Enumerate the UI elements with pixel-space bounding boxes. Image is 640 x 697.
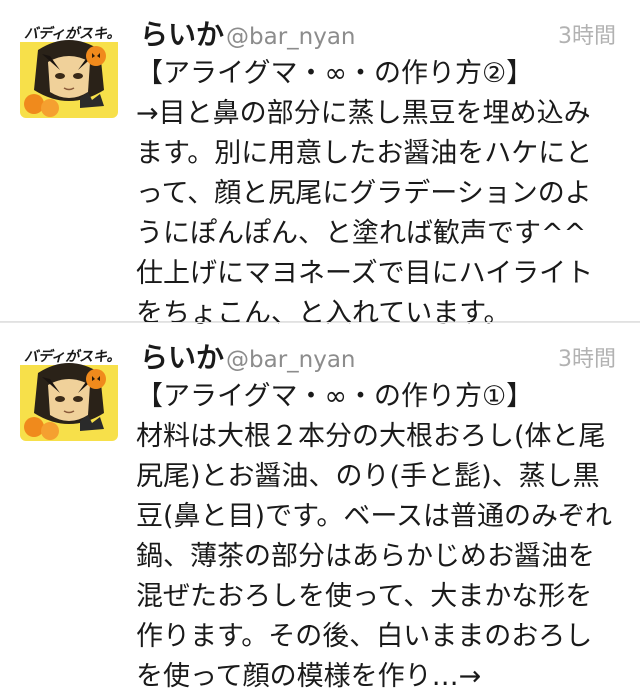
tweet-text-line: 【アライグマ・∞・の作り方②】: [136, 58, 534, 89]
tweet-text-line: 作ります。その後、白いままのおろし: [136, 621, 593, 652]
tweet-text-line: うにぽんぽん、と塗れば歓声です^^: [136, 218, 587, 249]
username[interactable]: @bar_nyan: [226, 345, 356, 375]
tweet-text-line: 【アライグマ・∞・の作り方①】: [136, 381, 534, 412]
tweet-text-line: を使って顔の模様を作り…→: [136, 661, 482, 692]
tweet-text-line: 材料は大根２本分の大根おろし(体と尾: [136, 421, 606, 452]
avatar-text: バディがスキ。: [24, 349, 118, 365]
timestamp: 3時間: [558, 347, 616, 372]
tweet-text-line: ます。別に用意したお醤油をハケにと: [136, 138, 593, 169]
avatar[interactable]: バディがスキ。: [20, 343, 118, 441]
tweet-text-line: 尻尾)とお醤油、のり(手と髭)、蒸し黒: [136, 461, 600, 492]
display-name[interactable]: らいか: [140, 18, 224, 52]
tweet-cell[interactable]: バディがスキ。 らいか @bar_nyan 3時間 【アライグマ・∞・の作り方②…: [0, 0, 640, 329]
avatar[interactable]: バディがスキ。: [20, 20, 118, 118]
tweet-text-line: 豆(鼻と目)です。ベースは普通のみぞれ: [136, 501, 613, 532]
display-name[interactable]: らいか: [140, 341, 224, 375]
tweet-text: 【アライグマ・∞・の作り方①】 材料は大根２本分の大根おろし(体と尾 尻尾)とお…: [136, 377, 626, 697]
tweet-text: 【アライグマ・∞・の作り方②】 →目と鼻の部分に蒸し黒豆を埋め込み ます。別に用…: [136, 54, 626, 334]
tweet-text-line: 混ぜたおろしを使って、大まかな形を: [136, 581, 593, 612]
avatar-text: バディがスキ。: [24, 26, 118, 42]
username[interactable]: @bar_nyan: [226, 22, 356, 52]
tweet-text-line: って、顔と尻尾にグラデーションのよ: [136, 178, 592, 209]
tweet-cell[interactable]: バディがスキ。 らいか @bar_nyan 3時間 【アライグマ・∞・の作り方①…: [0, 322, 640, 692]
tweet-text-line: 鍋、薄茶の部分はあらかじめお醤油を: [136, 541, 595, 572]
tweet-text-line: →目と鼻の部分に蒸し黒豆を埋め込み: [136, 98, 591, 129]
tweet-text-line: 仕上げにマヨネーズで目にハイライト: [136, 258, 594, 289]
timestamp: 3時間: [558, 24, 616, 49]
